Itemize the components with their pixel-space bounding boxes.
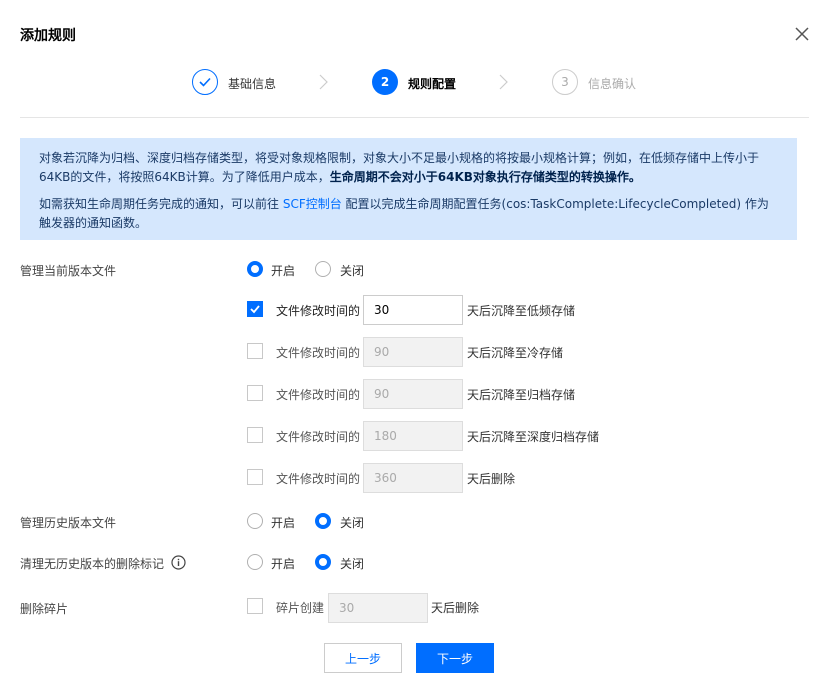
rule-1-suffix: 天后沉降至低频存储	[467, 304, 576, 318]
current-version-off-label: 关闭	[340, 264, 365, 278]
delete-marker-on-label: 开启	[271, 557, 296, 571]
next-step-button[interactable]: 下一步	[416, 643, 494, 673]
history-version-on-radio[interactable]	[247, 513, 263, 529]
delete-marker-label: 清理无历史版本的删除标记	[20, 557, 165, 571]
delete-marker-off-label: 关闭	[340, 557, 365, 571]
rule-5-days-input[interactable]: 360	[363, 463, 463, 493]
chevron-right-icon	[319, 74, 328, 90]
rule-2-prefix: 文件修改时间的	[276, 346, 361, 360]
current-version-on-label: 开启	[271, 264, 296, 278]
step-3-label: 信息确认	[588, 77, 637, 91]
history-version-off-label: 关闭	[340, 516, 365, 530]
step-3-number: 3	[552, 69, 578, 95]
close-icon[interactable]	[794, 26, 810, 42]
rule-2-suffix: 天后沉降至冷存储	[467, 346, 564, 360]
history-version-on-label: 开启	[271, 516, 296, 530]
rule-5-suffix: 天后删除	[467, 472, 516, 486]
dialog-title: 添加规则	[20, 28, 76, 44]
fragments-checkbox[interactable]	[247, 598, 263, 614]
current-version-label: 管理当前版本文件	[20, 264, 117, 278]
rule-3-suffix: 天后沉降至归档存储	[467, 388, 576, 402]
fragments-suffix: 天后删除	[431, 601, 480, 615]
delete-marker-on-radio[interactable]	[247, 554, 263, 570]
notice-paragraph-1: 对象若沉降为归档、深度归档存储类型，将受对象规格限制，对象大小不足最小规格的将按…	[39, 151, 760, 184]
step-2-number: 2	[372, 69, 398, 95]
rule-4-checkbox[interactable]	[247, 427, 263, 443]
rule-1-days-input[interactable]: 30	[363, 295, 463, 325]
fragments-label: 删除碎片	[20, 602, 69, 616]
notice-paragraph-2: 如需获知生命周期任务完成的通知，可以前往 SCF控制台 配置以完成生命周期配置任…	[39, 197, 769, 230]
header-divider	[20, 117, 809, 118]
stepper: 基础信息 2 规则配置 3 信息确认	[0, 68, 826, 98]
rule-4-days-input[interactable]: 180	[363, 421, 463, 451]
fragments-days-input[interactable]: 30	[328, 593, 428, 623]
rule-5-checkbox[interactable]	[247, 469, 263, 485]
rule-4-suffix: 天后沉降至深度归档存储	[467, 430, 600, 444]
step-1-check-icon	[192, 69, 218, 95]
rule-2-checkbox[interactable]	[247, 343, 263, 359]
scf-console-link[interactable]: SCF控制台	[283, 197, 342, 211]
rule-2-days-input[interactable]: 90	[363, 337, 463, 367]
history-version-off-radio[interactable]	[315, 513, 331, 529]
fragments-prefix: 碎片创建	[276, 601, 325, 615]
history-version-label: 管理历史版本文件	[20, 516, 117, 530]
info-notice: 对象若沉降为归档、深度归档存储类型，将受对象规格限制，对象大小不足最小规格的将按…	[20, 138, 797, 240]
rule-5-prefix: 文件修改时间的	[276, 472, 361, 486]
step-1-label: 基础信息	[228, 77, 277, 91]
chevron-right-icon	[499, 74, 508, 90]
rule-1-prefix: 文件修改时间的	[276, 304, 361, 318]
info-icon[interactable]	[171, 555, 186, 570]
rule-3-prefix: 文件修改时间的	[276, 388, 361, 402]
step-2-label: 规则配置	[408, 77, 457, 91]
rule-4-prefix: 文件修改时间的	[276, 430, 361, 444]
prev-step-button[interactable]: 上一步	[324, 643, 402, 673]
rule-3-checkbox[interactable]	[247, 385, 263, 401]
check-icon	[250, 305, 260, 314]
current-version-off-radio[interactable]	[315, 261, 331, 277]
rule-1-checkbox[interactable]	[247, 301, 263, 317]
current-version-on-radio[interactable]	[247, 261, 263, 277]
delete-marker-off-radio[interactable]	[315, 554, 331, 570]
rule-3-days-input[interactable]: 90	[363, 379, 463, 409]
